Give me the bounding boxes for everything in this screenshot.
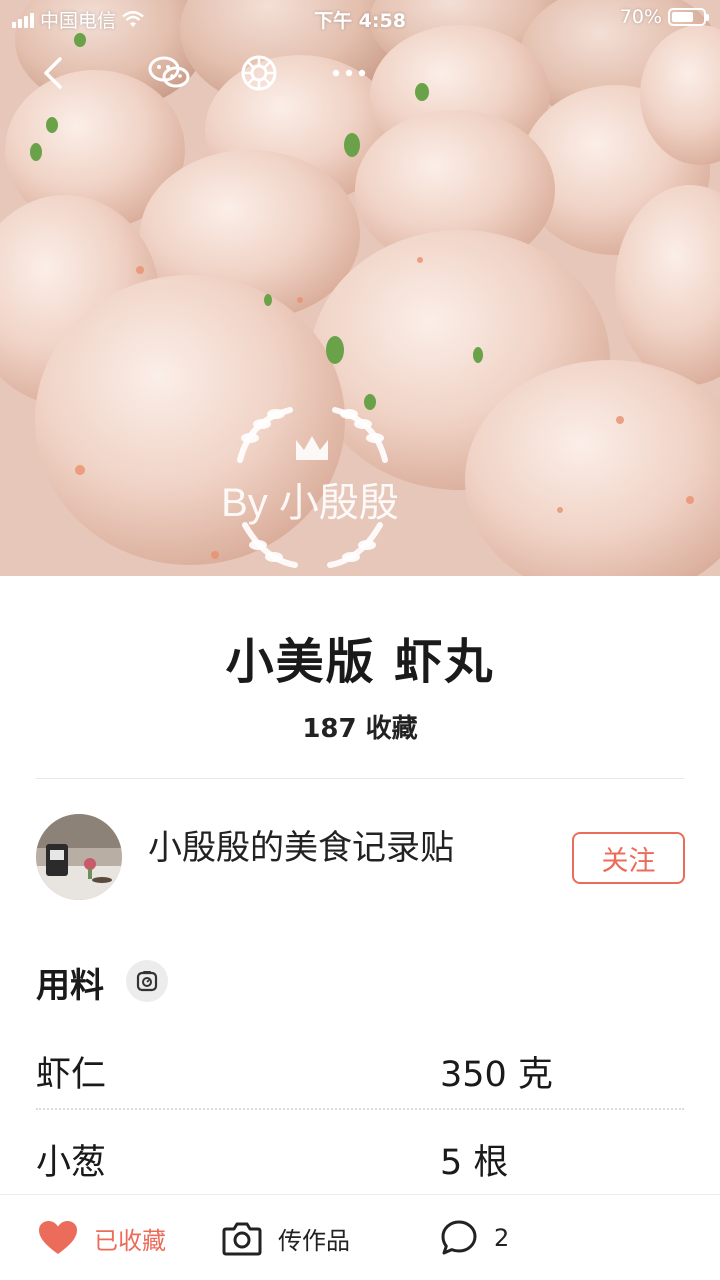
battery-icon	[668, 8, 709, 26]
status-time: 下午 4:58	[314, 10, 406, 32]
ingredients-heading: 用料	[36, 966, 104, 1006]
ingredient-separator	[36, 1108, 684, 1110]
author-name[interactable]: 小殷殷的美食记录贴	[148, 820, 454, 869]
recipe-title: 小美版 虾丸	[225, 634, 495, 690]
follow-button[interactable]: 关注	[572, 832, 685, 884]
favorites-count: 187 收藏	[302, 714, 418, 744]
watermark-text: By 小殷殷	[221, 481, 399, 525]
scale-icon[interactable]	[126, 960, 168, 1002]
camera-icon	[222, 1222, 262, 1256]
ingredient-name: 小葱	[36, 1143, 107, 1183]
status-bar: 中国电信 下午 4:58 70%	[0, 0, 720, 38]
ingredient-quantity: 5 根	[440, 1143, 509, 1183]
back-icon[interactable]	[28, 48, 78, 98]
moments-icon[interactable]	[234, 48, 284, 98]
ingredient-row: 虾仁 350 克	[36, 1046, 684, 1138]
comment-icon	[441, 1220, 477, 1255]
divider	[36, 778, 684, 779]
ingredient-name: 虾仁	[36, 1055, 107, 1095]
recipe-cover-photo[interactable]: By 小殷殷 中国电信 下午 4:58 70%	[0, 0, 720, 576]
author-avatar[interactable]	[36, 814, 122, 900]
upload-label: 传作品	[278, 1226, 350, 1255]
more-icon[interactable]	[324, 48, 374, 98]
wechat-icon[interactable]	[144, 48, 194, 98]
upload-work-button[interactable]: 传作品	[222, 1195, 350, 1280]
battery-percent: 70%	[619, 6, 662, 28]
favorite-label: 已收藏	[94, 1226, 166, 1255]
comment-count: 2	[494, 1224, 510, 1252]
comment-button[interactable]: 2	[440, 1195, 509, 1280]
favorite-button[interactable]: 已收藏	[38, 1195, 166, 1280]
ingredient-quantity: 350 克	[440, 1055, 553, 1095]
bottom-action-bar: 已收藏 传作品 2	[0, 1194, 720, 1280]
top-action-bar	[0, 48, 720, 98]
heart-icon	[39, 1221, 77, 1254]
